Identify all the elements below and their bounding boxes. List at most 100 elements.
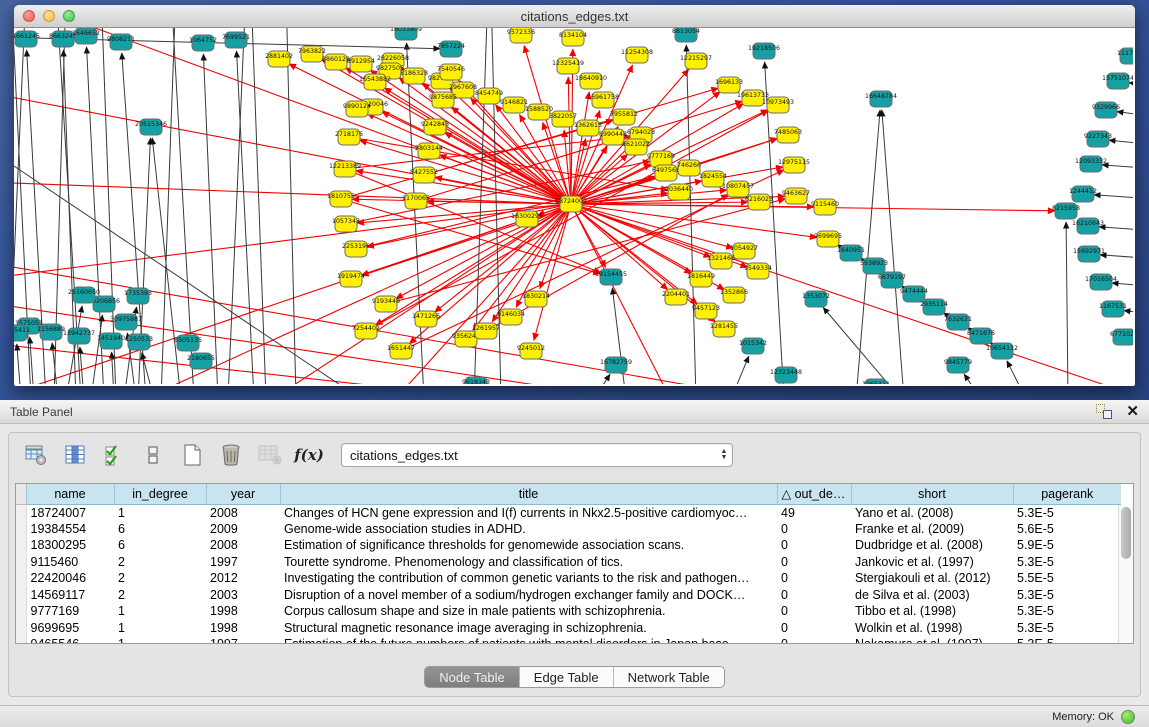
graph-node[interactable]: 1919474 [337, 271, 365, 287]
graph-node[interactable]: 9227343 [1084, 131, 1112, 147]
graph-node[interactable]: 6679197 [878, 272, 906, 288]
graph-node[interactable]: 2935114 [920, 299, 948, 315]
row-options-icon[interactable] [138, 440, 168, 470]
graph-node[interactable]: 9329966 [1092, 102, 1120, 118]
black-edge[interactable] [1099, 227, 1133, 231]
graph-node[interactable]: 9845779 [944, 357, 972, 373]
graph-node[interactable]: 2881402 [265, 51, 293, 67]
graph-node[interactable]: 746266 [677, 160, 701, 176]
graph-node[interactable]: 1651447 [387, 343, 415, 359]
graph-node[interactable]: 2204401 [662, 289, 690, 305]
table-cell[interactable]: Genome-wide association studies in ADHD. [280, 521, 777, 538]
network-view-window[interactable]: citations_edges.txt 18724007957233681341… [14, 5, 1135, 386]
red-edge[interactable] [571, 92, 589, 204]
graph-node[interactable]: 1261957 [472, 323, 500, 339]
window-titlebar[interactable]: citations_edges.txt [14, 5, 1135, 28]
black-edge[interactable] [882, 110, 904, 384]
graph-node[interactable]: 1117253 [1117, 48, 1133, 64]
table-cell[interactable]: 0 [777, 636, 851, 644]
graph-node[interactable]: 2718176 [335, 129, 363, 145]
black-edge[interactable] [1066, 222, 1068, 384]
table-cell[interactable]: 5.9E-5 [1013, 537, 1121, 554]
graph-node[interactable]: 12325419 [552, 58, 584, 74]
tab-network-table[interactable]: Network Table [613, 667, 724, 687]
graph-node[interactable]: 1830214 [522, 291, 550, 307]
black-edge[interactable] [80, 347, 84, 384]
table-cell[interactable]: 5.3E-5 [1013, 603, 1121, 620]
column-header-name[interactable]: name [26, 484, 114, 504]
close-icon[interactable]: ✕ [1126, 404, 1139, 419]
table-cell[interactable]: Stergiakouli et al. (2012) [851, 570, 1013, 587]
graph-node[interactable]: 9146821 [500, 97, 528, 113]
table-cell[interactable]: Estimation of the future numbers of pati… [280, 636, 777, 644]
black-edge[interactable] [1100, 255, 1133, 259]
graph-node[interactable]: 9474444 [900, 286, 928, 302]
column-header-out_de[interactable]: △ out_de… [777, 484, 851, 504]
table-cell[interactable]: 2012 [206, 570, 280, 587]
table-cell[interactable]: Corpus callosum shape and size in male p… [280, 603, 777, 620]
graph-node[interactable]: 16648784 [865, 91, 897, 107]
network-canvas[interactable]: 1872400795723368134104112543081221529716… [14, 28, 1133, 384]
table-cell[interactable]: 1 [114, 603, 206, 620]
graph-node[interactable]: 11254308 [621, 47, 653, 63]
graph-node[interactable]: 6822057 [549, 111, 577, 127]
graph-node[interactable]: 8134104 [559, 30, 587, 46]
graph-node[interactable]: 12323448 [770, 367, 802, 383]
table-cell[interactable]: 0 [777, 554, 851, 571]
graph-node[interactable]: 16210643 [1072, 218, 1104, 234]
graph-node[interactable]: 12215297 [680, 53, 712, 69]
black-edge[interactable] [1007, 361, 1026, 384]
black-edge[interactable] [594, 374, 610, 384]
graph-node[interactable]: 9572336 [507, 28, 535, 43]
table-cell[interactable]: Nakamura et al. (1997) [851, 636, 1013, 644]
graph-node[interactable]: 6771021 [1110, 329, 1133, 345]
graph-node[interactable]: 30975887 [110, 314, 142, 330]
table-cell[interactable]: 6 [114, 537, 206, 554]
table-cell[interactable]: 0 [777, 620, 851, 637]
table-cell[interactable]: 5.3E-5 [1013, 636, 1121, 644]
table-cell[interactable]: 22420046 [26, 570, 114, 587]
table-selector-dropdown[interactable]: citations_edges.txt ▲▼ [341, 443, 733, 467]
show-column-icon[interactable] [60, 440, 90, 470]
table-cell[interactable]: 5.3E-5 [1013, 504, 1121, 521]
table-cell[interactable]: 5.5E-5 [1013, 570, 1121, 587]
graph-node[interactable]: 9549334 [744, 263, 772, 279]
graph-node[interactable]: 17016504 [1085, 274, 1117, 290]
table-cell[interactable]: Tibbo et al. (1998) [851, 603, 1013, 620]
graph-node[interactable]: 1816449 [687, 271, 715, 287]
graph-node[interactable]: 2180655 [187, 353, 215, 369]
new-attribute-icon[interactable] [177, 440, 207, 470]
graph-node[interactable]: 19218506 [748, 43, 780, 59]
graph-node[interactable]: 1281455 [710, 321, 738, 337]
graph-node[interactable]: 7540546 [437, 64, 465, 80]
table-cell[interactable]: 1 [114, 504, 206, 521]
function-builder-icon[interactable]: f(x) [294, 440, 324, 470]
black-edge[interactable] [964, 374, 981, 384]
table-cell[interactable]: Tourette syndrome. Phenomenology and cla… [280, 554, 777, 571]
table-cell[interactable]: Estimation of significance thresholds fo… [280, 537, 777, 554]
black-edge[interactable] [1124, 310, 1133, 315]
black-edge[interactable] [203, 54, 218, 384]
graph-node[interactable]: 8860128 [322, 54, 350, 70]
graph-node[interactable]: 1057343 [332, 216, 360, 232]
table-row[interactable]: 946554611997Estimation of the future num… [16, 636, 1121, 644]
table-row[interactable]: 1456911722003Disruption of a novel membe… [16, 587, 1121, 604]
table-cell[interactable]: de Silva et al. (2003) [851, 587, 1013, 604]
graph-node[interactable]: 15692971 [1073, 246, 1105, 262]
table-cell[interactable]: 1 [114, 636, 206, 644]
table-cell[interactable]: 19384554 [26, 521, 114, 538]
table-settings-icon[interactable] [21, 440, 51, 470]
graph-node[interactable]: 1471266 [412, 311, 440, 327]
graph-node[interactable]: 12093332 [1075, 156, 1107, 172]
graph-node[interactable]: 9193448 [372, 296, 400, 312]
memory-status-indicator[interactable] [1121, 710, 1135, 724]
graph-node[interactable]: 1156889 [37, 324, 65, 340]
graph-node[interactable]: 8454749 [475, 88, 503, 104]
graph-node[interactable]: 8186328 [400, 68, 428, 84]
graph-node[interactable]: 7699521 [222, 32, 250, 48]
table-cell[interactable]: 0 [777, 587, 851, 604]
black-edge[interactable] [731, 356, 749, 384]
table-cell[interactable]: 2008 [206, 504, 280, 521]
table-cell[interactable]: Yano et al. (2008) [851, 504, 1013, 521]
table-row[interactable]: 1830029562008Estimation of significance … [16, 537, 1121, 554]
